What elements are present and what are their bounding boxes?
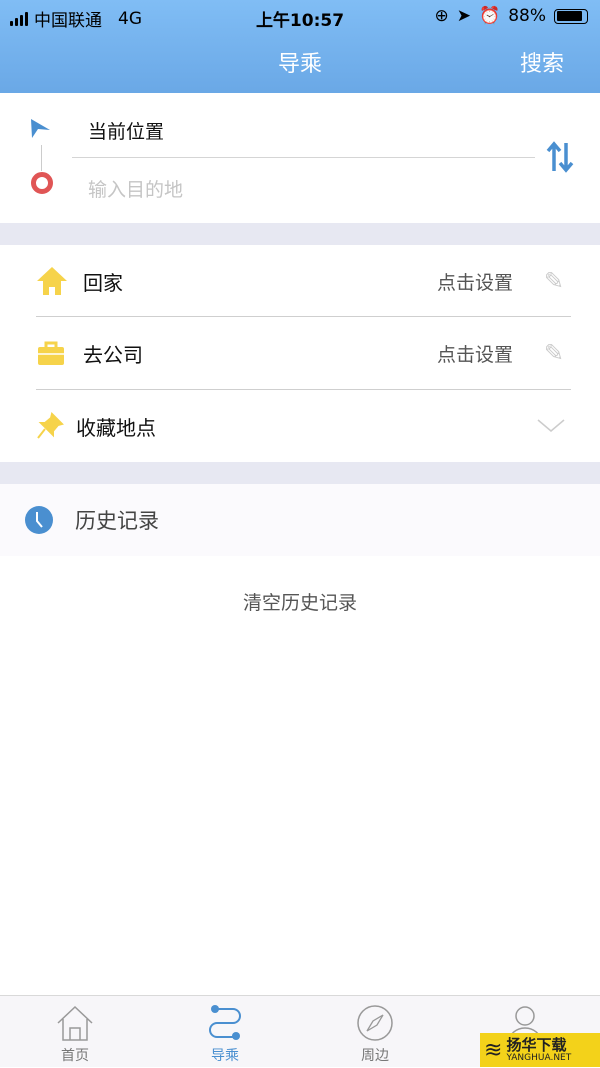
search-button[interactable]: 搜索 xyxy=(520,46,564,78)
battery-percent: 88% xyxy=(508,6,546,26)
chevron-down-icon[interactable] xyxy=(536,418,566,434)
tab-label: 导乘 xyxy=(211,1048,239,1064)
set-button[interactable]: 点击设置 xyxy=(437,268,513,295)
nav-header: 中国联通 4G 上午10:57 ⊕ ➤ ⏰ 88% 导乘 搜索 xyxy=(0,0,600,93)
origin-field[interactable]: 当前位置 xyxy=(88,117,164,144)
battery-icon xyxy=(554,8,588,24)
edit-icon[interactable]: ✎ xyxy=(544,267,564,295)
route-panel: 当前位置 输入目的地 xyxy=(0,93,600,223)
favorite-places[interactable]: 收藏地点 xyxy=(0,390,600,462)
home-outline-icon xyxy=(57,1005,93,1041)
tab-guide[interactable]: 导乘 xyxy=(175,996,275,1068)
tab-label: 周边 xyxy=(361,1048,389,1064)
clock-icon xyxy=(25,506,53,534)
tab-nearby[interactable]: 周边 xyxy=(325,996,425,1068)
place-home[interactable]: 回家 点击设置 ✎ xyxy=(0,245,600,317)
place-work[interactable]: 去公司 点击设置 ✎ xyxy=(0,317,600,389)
destination-dot-icon xyxy=(31,172,53,194)
watermark-logo: ≋ 扬华下载 YANGHUA.NET xyxy=(480,1033,600,1067)
place-label: 收藏地点 xyxy=(76,415,156,440)
swap-icon[interactable] xyxy=(545,141,575,173)
origin-arrow-icon xyxy=(31,119,50,138)
place-label: 去公司 xyxy=(83,342,143,367)
page-title: 导乘 xyxy=(277,52,322,77)
status-bar: 中国联通 4G 上午10:57 ⊕ ➤ ⏰ 88% xyxy=(0,4,600,31)
destination-input[interactable]: 输入目的地 xyxy=(88,175,183,202)
tab-home[interactable]: 首页 xyxy=(25,996,125,1068)
place-label: 回家 xyxy=(83,270,123,295)
history-title: 历史记录 xyxy=(75,509,159,533)
route-icon xyxy=(209,1005,241,1040)
location-icon: ➤ xyxy=(456,6,472,26)
tab-label: 首页 xyxy=(61,1048,89,1064)
section-gap xyxy=(0,223,600,245)
section-gap xyxy=(0,462,600,484)
set-button[interactable]: 点击设置 xyxy=(437,340,513,367)
route-divider xyxy=(72,157,535,158)
compass-icon xyxy=(357,1005,393,1041)
alarm-icon: ⏰ xyxy=(479,6,501,26)
history-header: 历史记录 xyxy=(0,484,600,556)
pin-icon xyxy=(37,412,64,439)
route-connector xyxy=(41,145,42,171)
edit-icon[interactable]: ✎ xyxy=(544,339,564,367)
briefcase-icon xyxy=(38,341,64,365)
home-icon xyxy=(37,267,67,295)
rotation-lock-icon: ⊕ xyxy=(434,6,449,26)
clear-history-button[interactable]: 清空历史记录 xyxy=(0,588,600,615)
